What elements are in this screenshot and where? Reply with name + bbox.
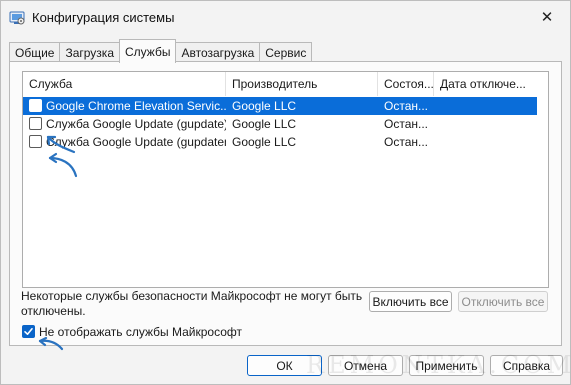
- hide-ms-services-label: Не отображать службы Майкрософт: [39, 324, 243, 339]
- service-name: Служба Google Update (gupdatem): [46, 135, 226, 149]
- service-row[interactable]: Служба Google Update (gupdatem) Google L…: [23, 133, 537, 151]
- tab-tools[interactable]: Сервис: [259, 42, 313, 63]
- column-header-vendor[interactable]: Производитель: [226, 72, 378, 96]
- help-button[interactable]: Справка: [490, 355, 563, 376]
- title-bar: Конфигурация системы ✕: [1, 1, 570, 35]
- disable-all-button[interactable]: Отключить все: [458, 291, 548, 312]
- tab-strip: Общие Загрузка Службы Автозагрузка Серви…: [9, 39, 313, 63]
- service-disabled-date: [440, 133, 535, 151]
- services-panel: Служба Производитель Состоя... Дата откл…: [9, 61, 562, 351]
- msconfig-icon: [9, 11, 25, 25]
- window-title: Конфигурация системы: [32, 10, 175, 25]
- service-checkbox[interactable]: [29, 117, 42, 130]
- list-header: Служба Производитель Состоя... Дата откл…: [23, 72, 548, 96]
- service-row[interactable]: Google Chrome Elevation Servic... Google…: [23, 97, 537, 115]
- service-status: Остан...: [384, 117, 428, 131]
- service-disabled-date: [440, 97, 535, 115]
- service-name: Служба Google Update (gupdate): [46, 117, 226, 131]
- annotation-arrow-icon: [38, 337, 64, 351]
- tab-boot[interactable]: Загрузка: [59, 42, 120, 63]
- tab-general[interactable]: Общие: [9, 42, 61, 63]
- service-checkbox[interactable]: [29, 135, 42, 148]
- services-list[interactable]: Служба Производитель Состоя... Дата откл…: [22, 71, 549, 288]
- service-status: Остан...: [384, 135, 428, 149]
- close-icon: ✕: [540, 9, 554, 26]
- service-disabled-date: [440, 115, 535, 133]
- service-vendor: Google LLC: [232, 99, 297, 113]
- service-vendor: Google LLC: [232, 117, 297, 131]
- service-name: Google Chrome Elevation Servic...: [46, 99, 226, 113]
- tab-startup[interactable]: Автозагрузка: [175, 42, 261, 63]
- ms-services-note: Некоторые службы безопасности Майкрософт…: [21, 289, 363, 318]
- tab-services[interactable]: Службы: [119, 39, 177, 63]
- service-status: Остан...: [384, 99, 428, 113]
- hide-ms-services-checkbox[interactable]: [22, 325, 35, 338]
- service-checkbox[interactable]: [29, 99, 42, 112]
- system-configuration-window: Конфигурация системы ✕ Общие Загрузка Сл…: [0, 0, 571, 385]
- enable-all-button[interactable]: Включить все: [369, 291, 452, 312]
- close-button[interactable]: ✕: [524, 1, 570, 33]
- service-row[interactable]: Служба Google Update (gupdate) Google LL…: [23, 115, 537, 133]
- ok-button[interactable]: ОК: [247, 355, 322, 376]
- column-header-service[interactable]: Служба: [23, 72, 226, 96]
- column-header-disabled-date[interactable]: Дата отключе...: [434, 72, 537, 96]
- checkmark-icon: [24, 328, 33, 335]
- service-vendor: Google LLC: [232, 135, 297, 149]
- hide-ms-services-option[interactable]: Не отображать службы Майкрософт: [22, 324, 242, 339]
- cancel-button[interactable]: Отмена: [328, 355, 403, 376]
- apply-button[interactable]: Применить: [409, 355, 484, 376]
- column-header-status[interactable]: Состоя...: [378, 72, 434, 96]
